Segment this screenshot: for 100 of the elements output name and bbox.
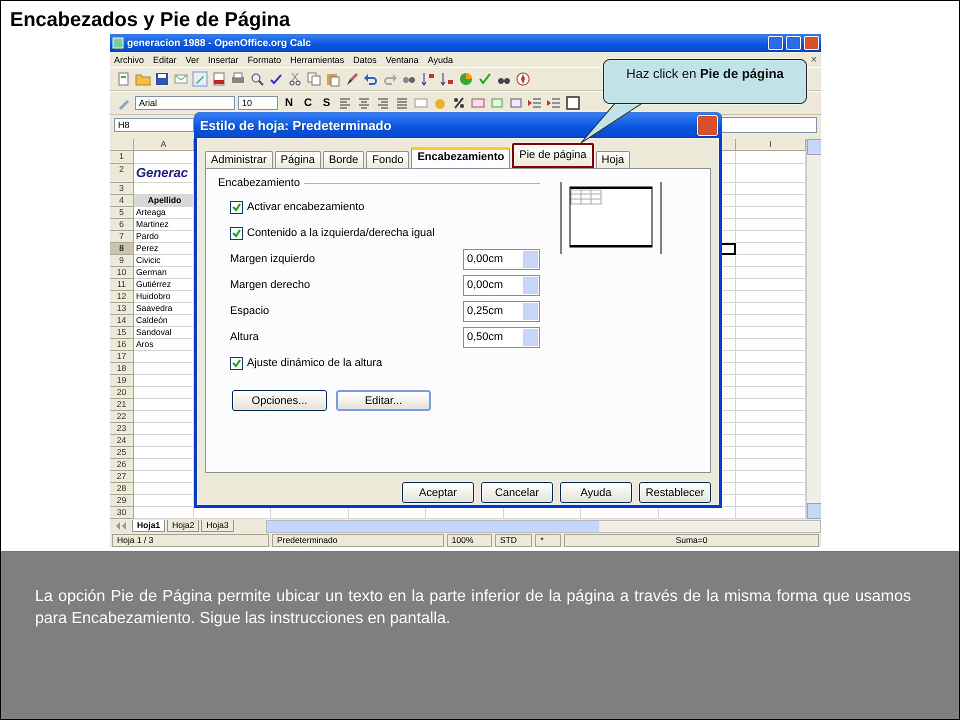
spin-field[interactable]: 0,50cm [463,326,540,348]
row-header[interactable]: 1 [110,151,134,164]
compass-icon[interactable] [515,71,531,87]
save-icon[interactable] [154,71,170,87]
restore-button[interactable] [786,36,801,50]
status-cell: STD [494,534,532,546]
column-header[interactable]: A [134,139,194,151]
menu-item[interactable]: Ver [186,54,200,64]
menu-item[interactable]: Ayuda [428,54,454,64]
paste-icon[interactable] [325,71,341,87]
checkbox[interactable] [230,226,243,240]
tab[interactable]: Administrar [205,151,273,168]
sheet-tab[interactable]: Hoja3 [201,520,234,532]
checkmark-icon[interactable] [477,71,493,87]
row-header[interactable]: 30 [110,507,134,519]
menu-item[interactable]: Ventana [386,54,419,64]
row-header[interactable]: 14 [110,315,134,327]
row-header[interactable]: 16 [110,339,134,351]
menu-item[interactable]: Insertar [208,54,239,64]
font-size-field[interactable]: 10 [238,96,278,110]
spin-field[interactable]: 0,00cm [463,274,540,296]
row-header[interactable]: 18 [110,363,134,375]
row-header[interactable]: 24 [110,435,134,447]
checkbox[interactable] [230,356,243,370]
edit-icon[interactable] [192,71,208,87]
row-header[interactable]: 8 [110,243,134,255]
dialog-button[interactable]: Cancelar [481,482,553,503]
menu-item[interactable]: Herramientas [290,54,344,64]
text-style-button[interactable]: C [300,97,316,109]
menu-item[interactable]: Formato [248,54,282,64]
tab[interactable]: Fondo [366,151,410,168]
sheet-tab[interactable]: Hoja1 [132,520,166,532]
row-header[interactable]: 29 [110,495,134,507]
tab[interactable]: Borde [322,151,364,168]
row-header[interactable]: 20 [110,387,134,399]
row-header[interactable]: 10 [110,267,134,279]
menu-item[interactable]: Datos [353,54,377,64]
menu-item[interactable]: Archivo [114,54,144,64]
text-style-button[interactable]: S [318,97,334,109]
dialog-button[interactable]: Restablecer [639,482,711,503]
menu-item[interactable]: Editar [153,54,177,64]
row-header[interactable]: 21 [110,399,134,411]
row-header[interactable]: 15 [110,327,134,339]
table-cell: Apellido [134,195,194,207]
pdf-icon[interactable] [211,71,227,87]
copy-icon[interactable] [306,71,322,87]
caption-text: La opción Pie de Página permite ubicar un texto en la parte inferior de la página a través de la misma forma que usamos para Encabezamiento. Sigue las instrucciones en pantalla. [1,551,959,719]
sort-ascending-icon[interactable] [420,71,436,87]
row-header[interactable]: 3 [110,183,134,195]
row-header[interactable]: 13 [110,303,134,315]
close-document-button[interactable]: × [810,54,817,66]
checkbox-label: Contenido a la izquierda/derecha igual [247,227,435,239]
panel-button[interactable]: Opciones... [232,390,327,411]
row-header[interactable]: 28 [110,483,134,495]
row-header[interactable]: 6 [110,219,134,231]
row-header[interactable]: 7 [110,231,134,243]
magnifier-icon[interactable] [249,71,265,87]
row-header[interactable]: 12 [110,291,134,303]
row-header[interactable]: 11 [110,279,134,291]
spin-field[interactable]: 0,25cm [463,300,540,322]
row-header[interactable]: 27 [110,471,134,483]
minimize-button[interactable] [768,36,783,50]
text-style-button[interactable]: N [281,97,297,109]
group-label: Encabezamiento [218,177,300,189]
scissors-icon[interactable] [287,71,303,87]
row-header[interactable]: 23 [110,423,134,435]
row-header[interactable]: 2 [110,164,134,183]
sheet-tab[interactable]: Hoja2 [167,520,200,532]
panel-button[interactable]: Editar... [336,390,431,411]
row-header[interactable]: 17 [110,351,134,363]
row-header[interactable]: 25 [110,447,134,459]
status-cell: * [535,534,562,546]
dialog-button[interactable]: Aceptar [402,482,474,503]
borders-icon[interactable] [565,95,582,111]
table-cell [134,507,194,519]
spin-field[interactable]: 0,00cm [463,248,540,270]
row-header[interactable]: 4 [110,195,134,207]
row-header[interactable]: 22 [110,411,134,423]
status-cell: Hoja 1 / 3 [112,534,269,546]
formula-input[interactable] [720,117,817,133]
tab[interactable]: Página [274,151,321,168]
tab[interactable]: Pie de página [512,143,594,168]
row-header[interactable]: 9 [110,255,134,267]
column-header[interactable]: I [736,139,806,151]
brush-icon[interactable] [344,71,360,87]
tab[interactable]: Hoja [596,151,630,168]
tab[interactable]: Encabezamiento [411,147,510,168]
name-box[interactable]: H8 [114,118,194,132]
sort-descending-icon[interactable] [439,71,455,87]
close-button[interactable] [697,114,718,136]
font-name-field[interactable]: Arial [135,96,235,110]
close-button[interactable] [804,36,819,50]
horizontal-scrollbar[interactable] [266,520,821,532]
row-header[interactable]: 26 [110,459,134,471]
status-cell: Predeterminado [272,534,444,546]
row-header[interactable]: 19 [110,375,134,387]
corner-cell[interactable] [110,139,134,151]
row-header[interactable]: 5 [110,207,134,219]
dialog-button[interactable]: Ayuda [560,482,632,503]
checkbox[interactable] [230,200,243,214]
